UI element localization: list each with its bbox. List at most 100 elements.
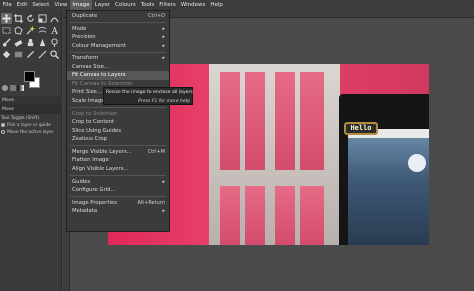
- option-move-active-label: Move the active layer: [7, 130, 54, 135]
- menu-item-label: Image Properties: [72, 199, 118, 206]
- submenu-arrow-icon: ▸: [162, 55, 165, 62]
- clone-tool-icon[interactable]: [25, 37, 36, 48]
- window-pane-graphic: [220, 72, 240, 170]
- tooltip-text: Resize the image to enclose all layers: [106, 90, 193, 95]
- menu-item-label: Guides: [72, 178, 91, 185]
- menu-item-label: Crop to Content: [72, 119, 115, 126]
- svg-text:A: A: [50, 27, 58, 35]
- hello-sign: Hello: [344, 122, 378, 135]
- gradient-icon[interactable]: [18, 85, 24, 91]
- text-tool-icon[interactable]: A: [49, 25, 60, 36]
- menu-item-colour-management[interactable]: Colour Management ▸: [67, 42, 169, 51]
- menu-item-slice-using-guides[interactable]: Slice Using Guides: [67, 127, 169, 136]
- rotate-tool-icon[interactable]: [25, 13, 36, 24]
- window-pane-graphic: [275, 186, 295, 245]
- menu-item-label: Precision: [72, 34, 96, 41]
- menu-item-metadata[interactable]: Metadata ▸: [67, 207, 169, 216]
- menu-item-crop-to-selection: Crop to Selection: [67, 110, 169, 119]
- radio-icon[interactable]: [1, 122, 5, 127]
- menu-item-fit-canvas-to-layers[interactable]: Fit Canvas to Layers: [67, 71, 169, 80]
- tooltip-hint: Press F1 for more help: [138, 99, 190, 104]
- option-pick-layer-label: Pick a layer or guide: [7, 123, 51, 128]
- bucket-fill-icon[interactable]: [1, 49, 12, 60]
- fuzzy-select-icon[interactable]: [25, 25, 36, 36]
- window-pane-graphic: [245, 186, 265, 245]
- move-tool-icon[interactable]: [1, 13, 12, 24]
- option-pick-layer[interactable]: Pick a layer or guide: [0, 122, 62, 129]
- menu-item-label: Canvas Size...: [72, 63, 110, 70]
- screen-circle-graphic: [408, 154, 426, 172]
- tool-options-tab[interactable]: Move: [0, 96, 62, 105]
- menu-file[interactable]: File: [0, 0, 14, 11]
- menu-shortcut: Ctrl+M: [147, 148, 165, 155]
- submenu-arrow-icon: ▸: [162, 178, 165, 185]
- paintbrush-icon[interactable]: [1, 37, 12, 48]
- submenu-arrow-icon: ▸: [162, 42, 165, 49]
- dodge-tool-icon[interactable]: [49, 37, 60, 48]
- menu-windows[interactable]: Windows: [178, 0, 208, 11]
- menu-item-label: Align Visible Layers...: [72, 165, 129, 172]
- menu-item-label: Fit Canvas to Selection: [72, 80, 133, 87]
- blend-icon[interactable]: [13, 49, 24, 60]
- menu-item-flatten-image[interactable]: Flatten Image: [67, 156, 169, 165]
- window-pane-graphic: [300, 72, 324, 170]
- rect-select-icon[interactable]: [1, 25, 12, 36]
- menu-help[interactable]: Help: [208, 0, 226, 11]
- menu-item-label: Duplicate: [72, 13, 98, 19]
- zoom-tool-icon[interactable]: [49, 49, 60, 60]
- monitor-screen-graphic: [348, 129, 429, 245]
- menu-item-label: Metadata: [72, 208, 98, 215]
- menu-item-configure-grid[interactable]: Configure Grid...: [67, 186, 169, 195]
- image-menu: Duplicate Ctrl+D Mode ▸ Precision ▸ Colour Man…: [66, 10, 170, 232]
- foreground-color-swatch[interactable]: [24, 71, 35, 82]
- menu-shortcut: Alt+Return: [137, 199, 165, 206]
- warp-icon[interactable]: [37, 25, 48, 36]
- tool-grid: A: [1, 13, 61, 60]
- crop-tool-icon[interactable]: [13, 13, 24, 24]
- menu-item-label: Zealous Crop: [72, 136, 108, 143]
- menu-separator: [70, 174, 166, 176]
- option-move-active[interactable]: Move the active layer: [0, 129, 62, 136]
- brush-icon[interactable]: [2, 85, 8, 91]
- menu-item-image-properties[interactable]: Image Properties Alt+Return: [67, 199, 169, 208]
- smudge-tool-icon[interactable]: [37, 37, 48, 48]
- pattern-icon[interactable]: [10, 85, 16, 91]
- menu-separator: [70, 196, 166, 198]
- submenu-arrow-icon: ▸: [162, 208, 165, 215]
- tool-options-header-label: Move: [2, 107, 15, 112]
- scale-tool-icon[interactable]: [37, 13, 48, 24]
- menu-item-label: Configure Grid...: [72, 187, 116, 193]
- menu-item-merge-visible-layers[interactable]: Merge Visible Layers... Ctrl+M: [67, 148, 169, 157]
- menu-item-label: Print Size...: [72, 89, 102, 96]
- submenu-arrow-icon: ▸: [162, 25, 165, 32]
- menu-item-mode[interactable]: Mode ▸: [67, 25, 169, 34]
- menu-item-zealous-crop[interactable]: Zealous Crop: [67, 135, 169, 144]
- menu-item-label: Fit Canvas to Layers: [72, 72, 126, 79]
- menu-select[interactable]: Select: [30, 0, 52, 11]
- color-swatches[interactable]: [22, 71, 42, 91]
- free-select-icon[interactable]: [13, 25, 24, 36]
- tool-options-tab-label: Move: [2, 98, 15, 103]
- menu-tooltip: Resize the image to enclose all layers P…: [103, 87, 193, 105]
- submenu-arrow-icon: ▸: [162, 34, 165, 41]
- menu-separator: [70, 22, 166, 24]
- paths-tool-icon[interactable]: [49, 13, 60, 24]
- menu-item-label: Slice Using Guides: [72, 127, 121, 134]
- menu-item-transform[interactable]: Transform ▸: [67, 54, 169, 63]
- menu-item-precision[interactable]: Precision ▸: [67, 33, 169, 42]
- menu-separator: [70, 145, 166, 147]
- menu-item-guides[interactable]: Guides ▸: [67, 178, 169, 187]
- menu-item-label: Merge Visible Layers...: [72, 148, 132, 155]
- eraser-icon[interactable]: [13, 37, 24, 48]
- menu-edit[interactable]: Edit: [14, 0, 30, 11]
- tool-options-header: Move: [0, 105, 62, 114]
- menu-item-crop-to-content[interactable]: Crop to Content: [67, 118, 169, 127]
- radio-icon[interactable]: [1, 129, 5, 134]
- tool-toggle-label: Tool Toggle (Shift): [1, 116, 40, 121]
- color-picker-icon[interactable]: [25, 49, 36, 60]
- menu-item-duplicate[interactable]: Duplicate Ctrl+D: [67, 12, 169, 21]
- measure-icon[interactable]: [37, 49, 48, 60]
- menu-item-canvas-size[interactable]: Canvas Size...: [67, 63, 169, 72]
- menu-item-align-visible-layers[interactable]: Align Visible Layers...: [67, 165, 169, 174]
- menu-item-label: Mode: [72, 25, 87, 32]
